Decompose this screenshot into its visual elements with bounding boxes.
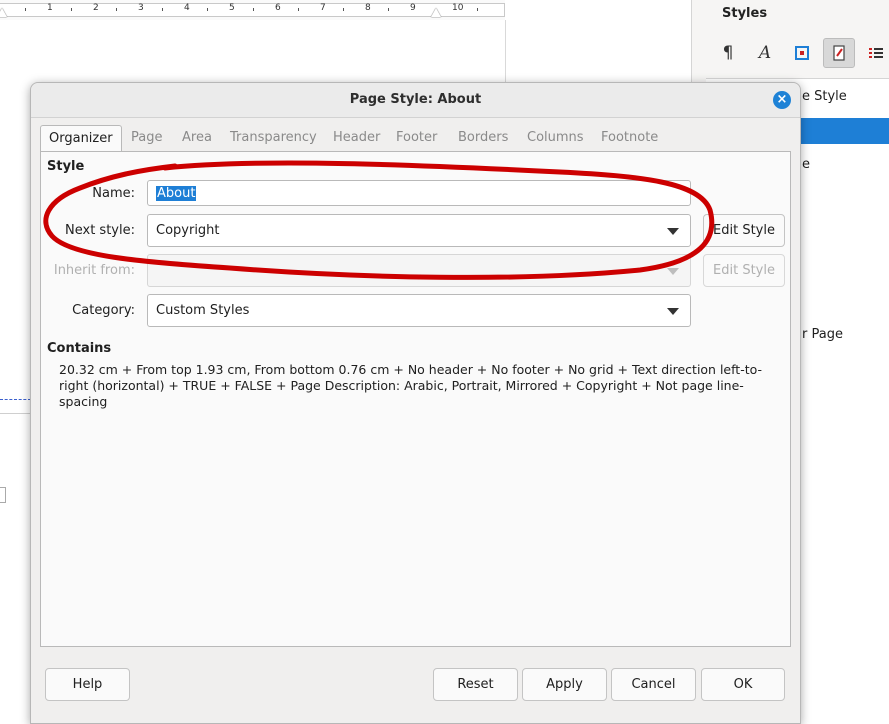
category-label: Category: <box>72 303 135 318</box>
ruler-number: 7 <box>320 3 326 13</box>
tab-area[interactable]: Area <box>182 125 212 151</box>
frame-styles-icon[interactable] <box>786 38 818 68</box>
chevron-down-icon <box>667 228 679 235</box>
ruler-number: 6 <box>275 3 281 13</box>
tab-page[interactable]: Page <box>131 125 162 151</box>
ruler-number: 8 <box>365 3 371 13</box>
ruler-number: 1 <box>47 3 53 13</box>
tab-header[interactable]: Header <box>333 125 380 151</box>
ruler-tick <box>253 8 254 11</box>
ruler-number: 5 <box>229 3 235 13</box>
inherit-from-dropdown[interactable] <box>147 254 691 287</box>
ok-button[interactable]: OK <box>701 668 785 701</box>
dialog-titlebar[interactable]: Page Style: About × <box>31 83 800 118</box>
contains-section-heading: Contains <box>47 341 112 356</box>
text-boundary-line <box>0 413 31 414</box>
next-style-value: Copyright <box>156 223 220 238</box>
ruler-number: 9 <box>410 3 416 13</box>
ruler-tick <box>116 8 117 11</box>
next-style-dropdown[interactable]: Copyright <box>147 214 691 247</box>
list-styles-icon[interactable] <box>860 38 889 68</box>
ruler-number: 3 <box>138 3 144 13</box>
tab-columns[interactable]: Columns <box>527 125 584 151</box>
tab-footnote[interactable]: Footnote <box>601 125 658 151</box>
page-styles-icon[interactable] <box>823 38 855 68</box>
ruler-number: 10 <box>452 3 464 13</box>
ruler-number: 4 <box>184 3 190 13</box>
category-value: Custom Styles <box>156 303 250 318</box>
document-frame <box>0 487 6 503</box>
contains-description: 20.32 cm + From top 1.93 cm, From bottom… <box>59 362 763 409</box>
horizontal-ruler[interactable]: 1 2 3 4 5 6 7 8 9 10 <box>0 0 505 20</box>
edit-style-button[interactable]: Edit Style <box>703 214 785 247</box>
left-indent-marker[interactable] <box>0 8 7 17</box>
style-section-heading: Style <box>47 159 85 174</box>
ruler-tick <box>388 8 389 11</box>
organizer-panel: Style Name: About Next style: Copyright … <box>40 151 791 647</box>
document-page[interactable] <box>0 20 505 90</box>
category-dropdown[interactable]: Custom Styles <box>147 294 691 327</box>
tab-transparency[interactable]: Transparency <box>230 125 317 151</box>
page-boundary-line <box>0 399 31 400</box>
ruler-number: 2 <box>93 3 99 13</box>
right-indent-marker[interactable] <box>431 8 441 17</box>
ruler-tick <box>25 8 26 11</box>
character-styles-icon[interactable]: A <box>749 38 781 68</box>
chevron-down-icon <box>667 308 679 315</box>
reset-button[interactable]: Reset <box>433 668 518 701</box>
ruler-tick <box>343 8 344 11</box>
name-label: Name: <box>92 186 135 201</box>
ruler-tick <box>162 8 163 11</box>
tab-borders[interactable]: Borders <box>458 125 508 151</box>
dialog-title: Page Style: About <box>349 92 482 107</box>
paragraph-styles-icon[interactable]: ¶ <box>712 38 744 68</box>
edit-style-button-disabled[interactable]: Edit Style <box>703 254 785 287</box>
tab-footer[interactable]: Footer <box>396 125 437 151</box>
tab-organizer[interactable]: Organizer <box>40 125 122 152</box>
next-style-label: Next style: <box>65 223 135 238</box>
cancel-button[interactable]: Cancel <box>611 668 696 701</box>
name-field[interactable]: About <box>147 180 691 206</box>
ruler-tick <box>207 8 208 11</box>
apply-button[interactable]: Apply <box>522 668 607 701</box>
help-button[interactable]: Help <box>45 668 130 701</box>
ruler-tick <box>71 8 72 11</box>
name-field-value: About <box>156 186 197 201</box>
ruler-tick <box>477 8 478 11</box>
ruler-tick <box>298 8 299 11</box>
inherit-from-label: Inherit from: <box>53 263 135 278</box>
page-style-dialog: Page Style: About × Organizer Page Area … <box>30 82 801 724</box>
sidebar-title: Styles <box>722 6 768 21</box>
chevron-down-icon <box>667 268 679 275</box>
close-icon[interactable]: × <box>773 91 791 109</box>
